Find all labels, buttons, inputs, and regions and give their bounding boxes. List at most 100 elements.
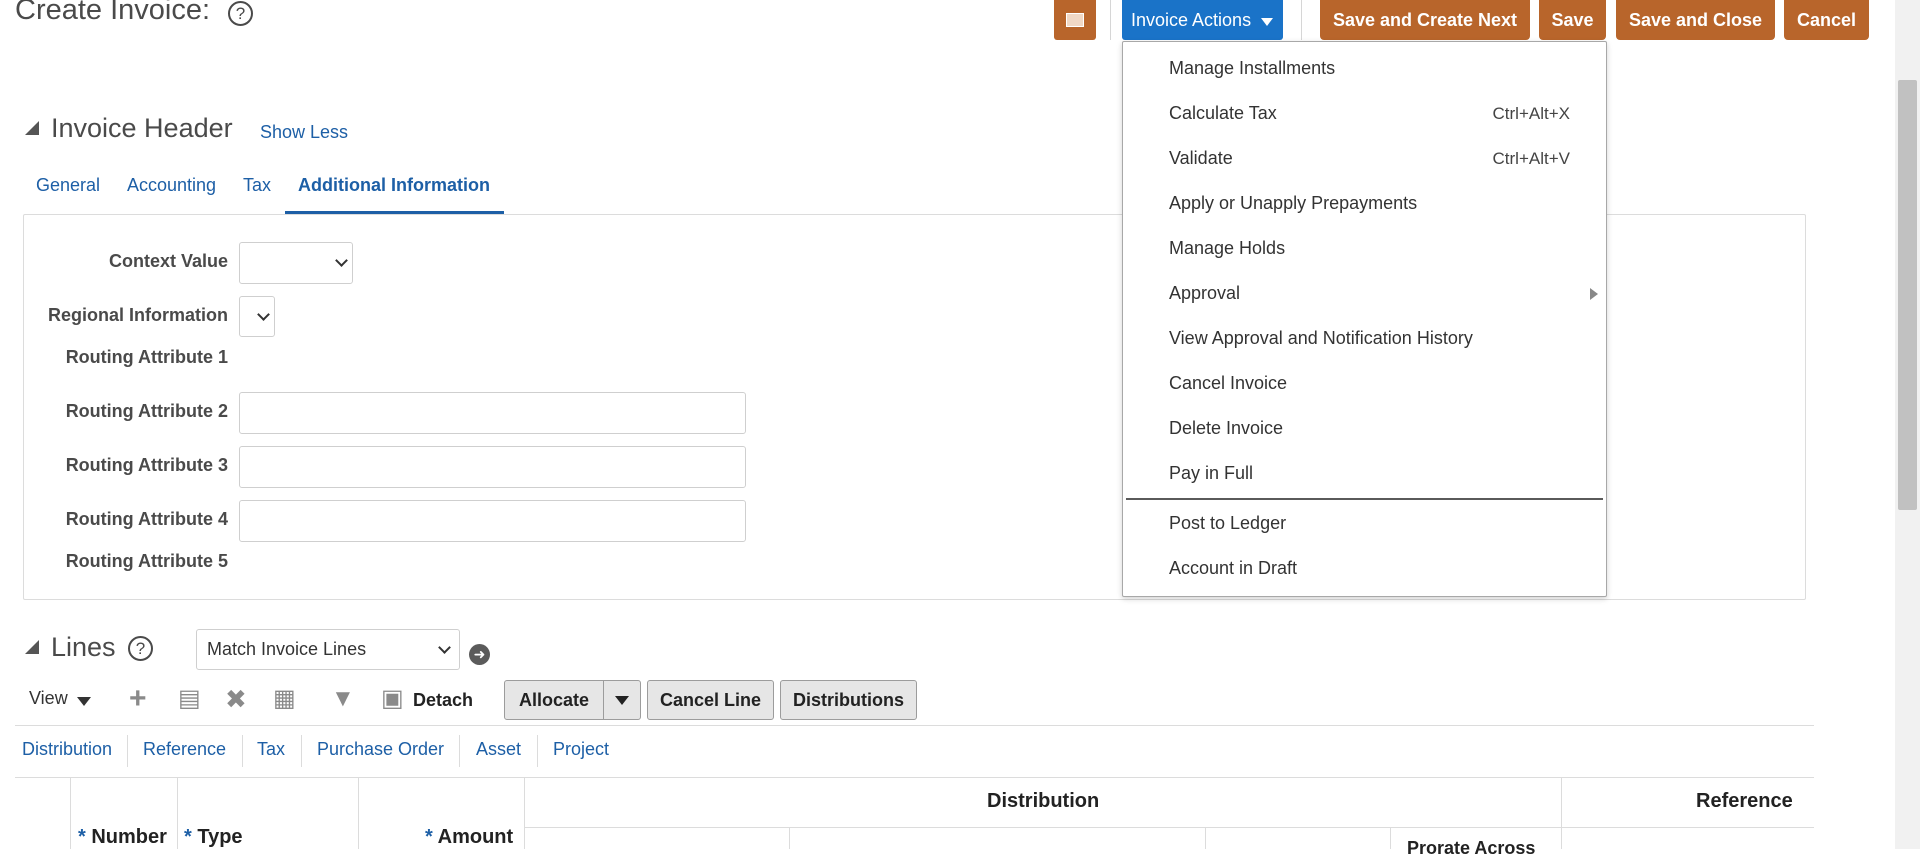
submenu-arrow-icon xyxy=(1590,288,1598,300)
type-column-label: Type xyxy=(197,826,243,848)
menu-item-delete-invoice[interactable]: Delete Invoice xyxy=(1169,418,1283,439)
column-divider xyxy=(524,778,525,849)
save-button[interactable]: Save xyxy=(1539,0,1606,40)
tab-general[interactable]: General xyxy=(36,175,100,196)
menu-item-calculate-tax[interactable]: Calculate Tax xyxy=(1169,103,1277,124)
amount-column-header[interactable]: * Amount xyxy=(425,826,513,849)
lines-toolbar-divider xyxy=(15,725,1814,726)
subtab-reference[interactable]: Reference xyxy=(143,739,226,760)
table-top-border xyxy=(15,777,1814,778)
column-divider xyxy=(358,778,359,849)
edit-icon[interactable]: ▤ xyxy=(178,687,201,711)
cancel-line-button[interactable]: Cancel Line xyxy=(647,680,774,720)
context-value-label: Context Value xyxy=(108,251,228,271)
caret-down-icon xyxy=(615,695,629,705)
lines-title: Lines xyxy=(51,632,116,662)
menu-item-view-approval-history[interactable]: View Approval and Notification History xyxy=(1169,328,1473,349)
calculate-tax-shortcut: Ctrl+Alt+X xyxy=(1492,104,1570,123)
caret-down-icon[interactable] xyxy=(77,697,91,706)
header-shortcut-button[interactable] xyxy=(1054,0,1096,40)
menu-item-manage-holds[interactable]: Manage Holds xyxy=(1169,238,1285,259)
detach-icon[interactable]: ▣ xyxy=(381,687,404,711)
invoice-actions-label: Invoice Actions xyxy=(1131,9,1252,30)
subtab-separator xyxy=(537,735,538,767)
plus-icon[interactable]: + xyxy=(129,684,147,714)
query-by-example-icon[interactable]: ▼ xyxy=(331,687,355,711)
menu-item-manage-installments[interactable]: Manage Installments xyxy=(1169,58,1335,79)
scrollbar-thumb[interactable] xyxy=(1898,80,1917,510)
routing-attribute-4-label: Routing Attribute 4 xyxy=(65,509,228,529)
menu-item-approval[interactable]: Approval xyxy=(1169,283,1240,304)
menu-item-post-to-ledger[interactable]: Post to Ledger xyxy=(1169,513,1286,534)
number-column-header[interactable]: * Number xyxy=(78,826,167,849)
invoice-header-title: Invoice Header xyxy=(51,113,233,143)
help-circle-icon[interactable]: ? xyxy=(228,1,253,26)
type-column-header[interactable]: * Type xyxy=(184,826,243,849)
column-divider xyxy=(1205,828,1206,849)
collapse-triangle-icon[interactable] xyxy=(25,640,39,654)
document-panel-icon xyxy=(1066,13,1084,27)
subtab-purchase-order[interactable]: Purchase Order xyxy=(317,739,444,760)
tab-additional-information[interactable]: Additional Information xyxy=(298,175,490,196)
allocate-dropdown-button[interactable] xyxy=(603,680,641,720)
column-divider xyxy=(70,778,71,849)
routing-attribute-3-label: Routing Attribute 3 xyxy=(65,455,228,475)
invoice-actions-menu: Manage Installments Calculate Tax Ctrl+A… xyxy=(1122,41,1607,597)
freeze-columns-icon[interactable]: ▦ xyxy=(273,687,296,711)
tab-accounting[interactable]: Accounting xyxy=(127,175,216,196)
menu-item-apply-unapply-prepayments[interactable]: Apply or Unapply Prepayments xyxy=(1169,193,1417,214)
routing-attribute-5-label: Routing Attribute 5 xyxy=(65,551,228,571)
cancel-button[interactable]: Cancel xyxy=(1784,0,1869,40)
distribution-group-header: Distribution xyxy=(987,790,1100,812)
toolbar-divider xyxy=(1301,0,1302,40)
routing-attribute-2-label: Routing Attribute 2 xyxy=(65,401,228,421)
number-column-label: Number xyxy=(91,826,167,848)
required-mark: * xyxy=(425,826,433,848)
reference-group-header: Reference xyxy=(1696,790,1793,812)
page-title-text: Create Invoice: xyxy=(15,0,211,26)
chevron-down-icon xyxy=(335,254,348,267)
distributions-button[interactable]: Distributions xyxy=(780,680,917,720)
allocate-button[interactable]: Allocate xyxy=(504,680,604,720)
tab-tax[interactable]: Tax xyxy=(243,175,271,196)
show-less-link[interactable]: Show Less xyxy=(260,122,348,143)
x-icon[interactable]: ✖ xyxy=(225,686,247,712)
routing-attribute-3-input[interactable] xyxy=(239,446,746,488)
match-select-value: Match Invoice Lines xyxy=(207,639,367,659)
help-circle-icon[interactable]: ? xyxy=(128,636,153,661)
subtab-separator xyxy=(301,735,302,767)
invoice-actions-button[interactable]: Invoice Actions xyxy=(1122,0,1283,40)
subtab-separator xyxy=(127,735,128,767)
context-value-select[interactable] xyxy=(239,242,353,284)
routing-attribute-2-input[interactable] xyxy=(239,392,746,434)
regional-information-label: Regional Information xyxy=(48,305,228,325)
save-and-close-button[interactable]: Save and Close xyxy=(1616,0,1775,40)
subtab-separator xyxy=(459,735,460,767)
required-mark: * xyxy=(184,826,192,848)
column-divider xyxy=(789,828,790,849)
menu-item-pay-in-full[interactable]: Pay in Full xyxy=(1169,463,1253,484)
regional-information-select[interactable] xyxy=(239,296,275,337)
view-menu[interactable]: View xyxy=(29,688,68,709)
caret-down-icon xyxy=(1261,17,1274,26)
collapse-triangle-icon[interactable] xyxy=(25,121,39,135)
go-arrow-icon[interactable]: ➜ xyxy=(469,644,490,665)
detach-label[interactable]: Detach xyxy=(413,690,473,711)
match-invoice-lines-select[interactable]: Match Invoice Lines xyxy=(196,629,460,670)
subtab-project[interactable]: Project xyxy=(553,739,609,760)
menu-item-cancel-invoice[interactable]: Cancel Invoice xyxy=(1169,373,1287,394)
chevron-down-icon xyxy=(257,307,270,321)
menu-item-validate[interactable]: Validate xyxy=(1169,148,1233,169)
toolbar-divider xyxy=(1110,0,1111,40)
routing-attribute-4-input[interactable] xyxy=(239,500,746,542)
chevron-down-icon xyxy=(438,640,451,654)
subtab-asset[interactable]: Asset xyxy=(476,739,521,760)
required-mark: * xyxy=(78,826,86,848)
column-divider xyxy=(1390,828,1391,849)
save-and-create-next-button[interactable]: Save and Create Next xyxy=(1320,0,1530,40)
menu-item-account-in-draft[interactable]: Account in Draft xyxy=(1169,558,1297,579)
subtab-tax[interactable]: Tax xyxy=(257,739,285,760)
menu-separator xyxy=(1126,498,1603,500)
subtab-distribution[interactable]: Distribution xyxy=(22,739,112,760)
amount-column-label: Amount xyxy=(437,826,514,848)
